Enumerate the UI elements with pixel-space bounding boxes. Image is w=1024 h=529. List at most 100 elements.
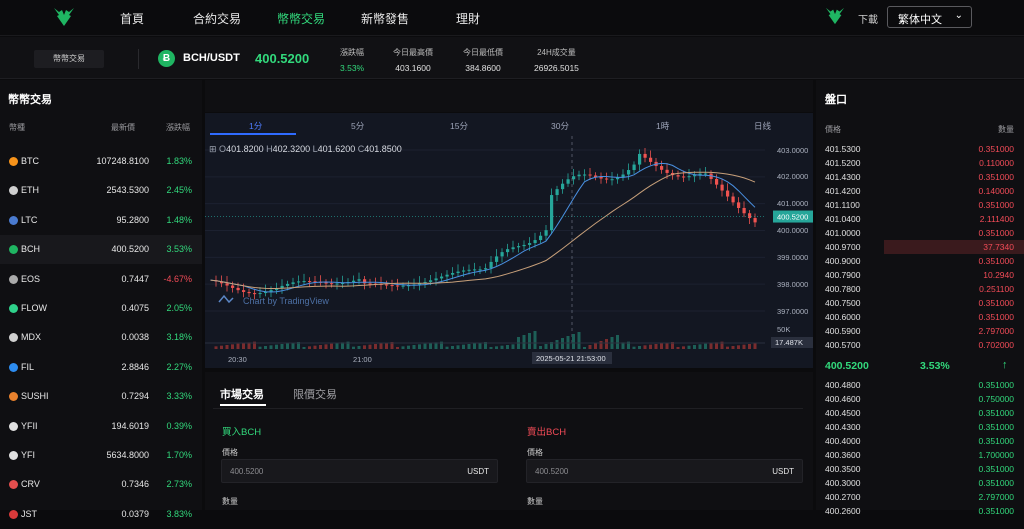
market-price: 5634.8000: [106, 450, 149, 460]
ask-row[interactable]: 401.0400 2.111400: [816, 212, 1024, 226]
bid-row[interactable]: 400.4500 0.351000: [816, 406, 1024, 420]
ask-qty: 0.140000: [978, 186, 1014, 196]
bid-row[interactable]: 400.4300 0.351000: [816, 420, 1024, 434]
download-link[interactable]: 下載: [858, 11, 878, 26]
bid-row[interactable]: 400.4600 0.750000: [816, 392, 1024, 406]
market-row-jst[interactable]: JST 0.0379 3.83%: [0, 500, 202, 529]
nav-spot[interactable]: 幣幣交易: [277, 10, 325, 27]
market-row-eth[interactable]: ETH 2543.5300 2.45%: [0, 176, 202, 205]
market-row-ltc[interactable]: LTC 95.2800 1.48%: [0, 206, 202, 235]
bid-price: 400.3600: [825, 450, 861, 460]
market-symbol: BTC: [21, 156, 39, 166]
yfi-coin-icon: [9, 451, 18, 460]
ask-row[interactable]: 401.0000 0.351000: [816, 226, 1024, 240]
bid-row[interactable]: 400.2600 0.351000: [816, 504, 1024, 518]
tab-5m[interactable]: 5分: [351, 120, 364, 132]
market-row-mdx[interactable]: MDX 0.0038 3.18%: [0, 323, 202, 352]
market-symbol: YFI: [21, 450, 36, 460]
bid-price: 400.4600: [825, 394, 861, 404]
candle-body: [561, 183, 565, 190]
language-select[interactable]: 繁体中文 ⌄: [887, 6, 972, 28]
candle-body: [225, 283, 229, 286]
tab-15m[interactable]: 15分: [450, 120, 468, 132]
collapse-icon[interactable]: ⊞: [209, 144, 217, 154]
volume-axis-label: 50K: [777, 325, 790, 334]
nav-new-listing[interactable]: 新幣發售: [361, 10, 409, 27]
volume-bar: [280, 344, 284, 349]
market-row-yfii[interactable]: YFII 194.6019 0.39%: [0, 412, 202, 441]
market-row-sushi[interactable]: SUSHI 0.7294 3.33%: [0, 382, 202, 411]
ask-row[interactable]: 400.5900 2.797000: [816, 324, 1024, 338]
nav-home[interactable]: 首頁: [120, 10, 144, 27]
ask-row[interactable]: 400.7800 0.251100: [816, 282, 1024, 296]
market-price: 2543.5300: [106, 185, 149, 196]
market-row-eos[interactable]: EOS 0.7447 -4.67%: [0, 265, 202, 294]
volume-bar: [379, 343, 383, 349]
bid-row[interactable]: 400.2700 2.797000: [816, 490, 1024, 504]
ask-row[interactable]: 400.5700 0.702000: [816, 338, 1024, 352]
tab-1m[interactable]: 1分: [249, 120, 262, 132]
bid-row[interactable]: 400.4800 0.351000: [816, 378, 1024, 392]
bid-row[interactable]: 400.3000 0.351000: [816, 476, 1024, 490]
candle-body: [687, 176, 691, 178]
candle-body: [715, 178, 719, 185]
ask-row[interactable]: 400.6000 0.351000: [816, 310, 1024, 324]
market-symbol: ETH: [21, 185, 39, 196]
tab-30m[interactable]: 30分: [551, 120, 569, 132]
candle-body: [324, 282, 328, 284]
bid-row[interactable]: 400.4000 0.351000: [816, 434, 1024, 448]
ohlc-low: 401.6200: [317, 144, 356, 154]
bid-row[interactable]: 400.3500 0.351000: [816, 462, 1024, 476]
buy-price-input[interactable]: 400.5200 USDT: [221, 459, 498, 483]
market-price: 0.0038: [121, 332, 149, 343]
tab-limit-order[interactable]: 限價交易: [293, 386, 337, 402]
stat-high: 今日最高價 403.1600: [393, 47, 433, 73]
market-row-btc[interactable]: BTC 107248.8100 1.83%: [0, 147, 202, 176]
nav-futures[interactable]: 合約交易: [193, 10, 241, 27]
bid-price: 400.4000: [825, 436, 861, 446]
market-row-bch[interactable]: BCH 400.5200 3.53%: [0, 235, 202, 265]
ask-row[interactable]: 401.1100 0.351000: [816, 198, 1024, 212]
candle-body: [434, 278, 438, 281]
ask-row[interactable]: 401.5300 0.351000: [816, 142, 1024, 156]
spot-trade-button[interactable]: 幣幣交易: [34, 50, 104, 68]
ask-row[interactable]: 401.5200 0.110000: [816, 156, 1024, 170]
bid-row[interactable]: 400.3600 1.700000: [816, 448, 1024, 462]
ask-row[interactable]: 401.4200 0.140000: [816, 184, 1024, 198]
sell-price-input[interactable]: 400.5200 USDT: [526, 459, 803, 483]
volume-bar: [264, 346, 267, 349]
market-change: 3.18%: [166, 332, 192, 343]
volume-bar: [698, 344, 702, 349]
trading-pair[interactable]: BCH/USDT: [183, 52, 240, 64]
market-row-crv[interactable]: CRV 0.7346 2.73%: [0, 470, 202, 499]
tab-1h[interactable]: 1時: [656, 120, 669, 132]
market-symbol: SUSHI: [21, 391, 49, 402]
candle-body: [462, 270, 466, 272]
candle-body: [451, 273, 455, 275]
volume-bar: [583, 347, 586, 349]
market-row-yfi[interactable]: YFI 5634.8000 1.70%: [0, 441, 202, 470]
ask-price: 400.7800: [825, 284, 861, 294]
ltc-coin-icon: [9, 215, 18, 225]
volume-bar: [275, 344, 278, 349]
ask-row[interactable]: 400.9000 0.351000: [816, 254, 1024, 268]
candle-body: [511, 247, 515, 250]
market-price: 0.4075: [121, 303, 149, 313]
volume-bar: [506, 345, 509, 349]
tradingview-logo-icon: [218, 294, 234, 304]
bid-price: 400.4500: [825, 408, 861, 418]
logo-icon[interactable]: [52, 6, 76, 28]
market-row-flow[interactable]: FLOW 0.4075 2.05%: [0, 294, 202, 323]
ask-row[interactable]: 400.7900 10.2940: [816, 268, 1024, 282]
ask-row[interactable]: 400.9700 37.7340: [816, 240, 1024, 254]
candlestick-chart[interactable]: 403.0000 402.0000 401.0000 400.0000 399.0000…: [205, 136, 813, 368]
nav-finance[interactable]: 理財: [456, 10, 480, 27]
tab-market-order[interactable]: 市場交易: [220, 386, 264, 402]
market-change: 1.48%: [166, 214, 192, 225]
ask-row[interactable]: 400.7500 0.351000: [816, 296, 1024, 310]
app-logo-icon[interactable]: [824, 6, 846, 26]
market-row-fil[interactable]: FIL 2.8846 2.27%: [0, 353, 202, 382]
volume-bar: [599, 341, 603, 349]
ask-row[interactable]: 401.4300 0.351000: [816, 170, 1024, 184]
tab-1d[interactable]: 日线: [754, 120, 771, 132]
